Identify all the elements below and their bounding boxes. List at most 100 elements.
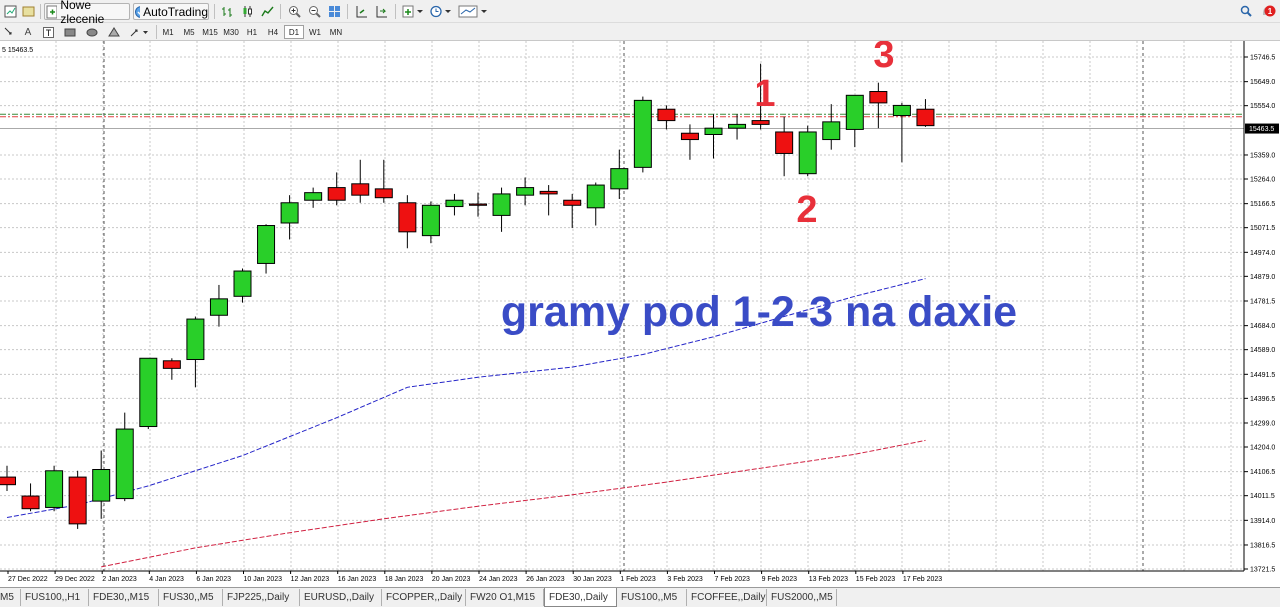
timeframe-m5[interactable]: M5: [179, 25, 199, 39]
x-tick-label: 29 Dec 2022: [55, 576, 95, 583]
candle-body: [539, 190, 558, 195]
x-tick-label: 20 Jan 2023: [432, 576, 471, 583]
candle-body: [68, 476, 87, 525]
chart-tab[interactable]: EURUSD,,Daily: [300, 589, 382, 606]
candle-body: [916, 108, 935, 127]
candle-body: [657, 108, 676, 122]
candle-body: [469, 203, 487, 206]
candle-body: [445, 199, 464, 208]
candle-body: [680, 132, 699, 141]
x-tick-label: 3 Feb 2023: [667, 576, 703, 583]
annotation-caption: gramy pod 1-2-3 na daxie: [501, 288, 1017, 336]
current-price-label: 15463.5: [1249, 126, 1274, 133]
zoom-out-icon[interactable]: [305, 3, 323, 20]
chart-tab[interactable]: M5: [0, 589, 21, 606]
candle-body: [162, 360, 181, 369]
notification-icon[interactable]: 1: [1258, 3, 1278, 20]
x-tick-label: 2 Jan 2023: [102, 576, 137, 583]
y-tick-label: 13721.5: [1250, 567, 1275, 574]
line-chart-icon[interactable]: [258, 3, 276, 20]
chart-tab[interactable]: FUS2000,,M5: [767, 589, 837, 606]
periods-dropdown[interactable]: [428, 3, 454, 20]
timeframe-mn[interactable]: MN: [326, 25, 346, 39]
candle-body: [563, 199, 582, 206]
candle-body: [751, 120, 770, 125]
candle-body: [421, 204, 440, 237]
chart-tabs: M5 FUS100,,H1 FDE30,,M15 FUS30,,M5 FJP225,,D…: [0, 587, 1280, 607]
autotrading-button[interactable]: AutoTrading: [133, 3, 209, 20]
timeframe-m30[interactable]: M30: [221, 25, 241, 39]
price-chart[interactable]: 1 2 3 gramy pod 1-2-3 na daxie 15746.5 15649…: [0, 34, 1280, 587]
y-tick-label: 14684.0: [1250, 323, 1275, 330]
candle-body: [822, 121, 841, 141]
rectangle-tool-icon[interactable]: [62, 25, 78, 39]
arrow-tool-dropdown[interactable]: [128, 25, 152, 39]
templates-dropdown[interactable]: [456, 3, 490, 20]
x-tick-label: 18 Jan 2023: [385, 576, 424, 583]
y-tick-label: 14011.5: [1250, 493, 1275, 500]
candle-body: [139, 357, 158, 428]
timeframe-d1[interactable]: D1: [284, 25, 304, 39]
timeframe-h4[interactable]: H4: [263, 25, 283, 39]
candle-body: [257, 225, 276, 264]
candlestick-chart-icon[interactable]: [238, 3, 256, 20]
candle-body: [115, 428, 134, 500]
y-tick-label: 14299.0: [1250, 420, 1275, 427]
y-tick-label: 15649.0: [1250, 79, 1275, 86]
y-tick-label: 14106.5: [1250, 469, 1275, 476]
chart-tab[interactable]: FUS30,,M5: [159, 589, 223, 606]
drawing-toolbar: A M1 M5 M15 M30 H1 H4 D1 W1 MN: [0, 23, 1280, 41]
timeframe-m15[interactable]: M15: [200, 25, 220, 39]
search-icon[interactable]: [1238, 3, 1254, 20]
candle-body: [728, 123, 747, 129]
profiles-icon[interactable]: [20, 3, 36, 20]
candle-body: [492, 193, 511, 216]
bar-chart-icon[interactable]: [218, 3, 236, 20]
auto-scroll-icon[interactable]: [372, 3, 390, 20]
y-tick-label: 14396.5: [1250, 396, 1275, 403]
y-tick-label: 14974.0: [1250, 250, 1275, 257]
candle-body: [351, 183, 370, 196]
x-tick-label: 9 Feb 2023: [762, 576, 798, 583]
chart-tab[interactable]: FDE30,,M15: [89, 589, 159, 606]
tile-windows-icon[interactable]: [325, 3, 343, 20]
chart-window[interactable]: 1 2 3 gramy pod 1-2-3 na daxie 15746.5 15649…: [0, 34, 1280, 587]
candle: [45, 465, 64, 512]
candle-body: [892, 104, 911, 117]
y-tick-label: 15554.0: [1250, 103, 1275, 110]
y-tick-label: 14589.0: [1250, 347, 1275, 354]
indicators-dropdown[interactable]: [400, 3, 426, 20]
text-tool-icon[interactable]: [40, 25, 56, 39]
candle-body: [633, 99, 652, 168]
candle-body: [586, 184, 605, 209]
candle: [633, 96, 652, 173]
timeframe-w1[interactable]: W1: [305, 25, 325, 39]
ellipse-tool-icon[interactable]: [84, 25, 100, 39]
crosshair-icon[interactable]: [2, 25, 16, 39]
new-order-icon: [46, 5, 58, 18]
triangle-tool-icon[interactable]: [106, 25, 122, 39]
candle-body: [798, 131, 817, 175]
main-toolbar: Nowe zlecenie AutoTrading 1: [0, 0, 1280, 26]
timeframe-m1[interactable]: M1: [158, 25, 178, 39]
chart-tab[interactable]: FCOFFEE,,Daily: [687, 589, 767, 606]
new-chart-icon[interactable]: [2, 3, 18, 20]
chart-tab[interactable]: FJP225,,Daily: [223, 589, 300, 606]
x-tick-label: 27 Dec 2022: [8, 576, 48, 583]
candle-body: [398, 202, 417, 233]
zoom-in-icon[interactable]: [285, 3, 303, 20]
y-tick-label: 13914.0: [1250, 518, 1275, 525]
chart-tab[interactable]: FW20 O1,M15: [466, 589, 544, 606]
x-tick-label: 24 Jan 2023: [479, 576, 518, 583]
chart-tab[interactable]: FUS100,,M5: [617, 589, 687, 606]
chart-tab[interactable]: FUS100,,H1: [21, 589, 89, 606]
text-label-icon[interactable]: A: [20, 25, 36, 39]
annotation-point-3: 3: [873, 41, 894, 76]
y-tick-label: 15359.0: [1250, 152, 1275, 159]
chart-shift-icon[interactable]: [352, 3, 370, 20]
candle-body: [845, 94, 864, 130]
chart-tab[interactable]: FCOPPER,,Daily: [382, 589, 466, 606]
chart-tab[interactable]: FDE30,,Daily: [544, 588, 617, 607]
new-order-button[interactable]: Nowe zlecenie: [44, 0, 130, 26]
timeframe-h1[interactable]: H1: [242, 25, 262, 39]
